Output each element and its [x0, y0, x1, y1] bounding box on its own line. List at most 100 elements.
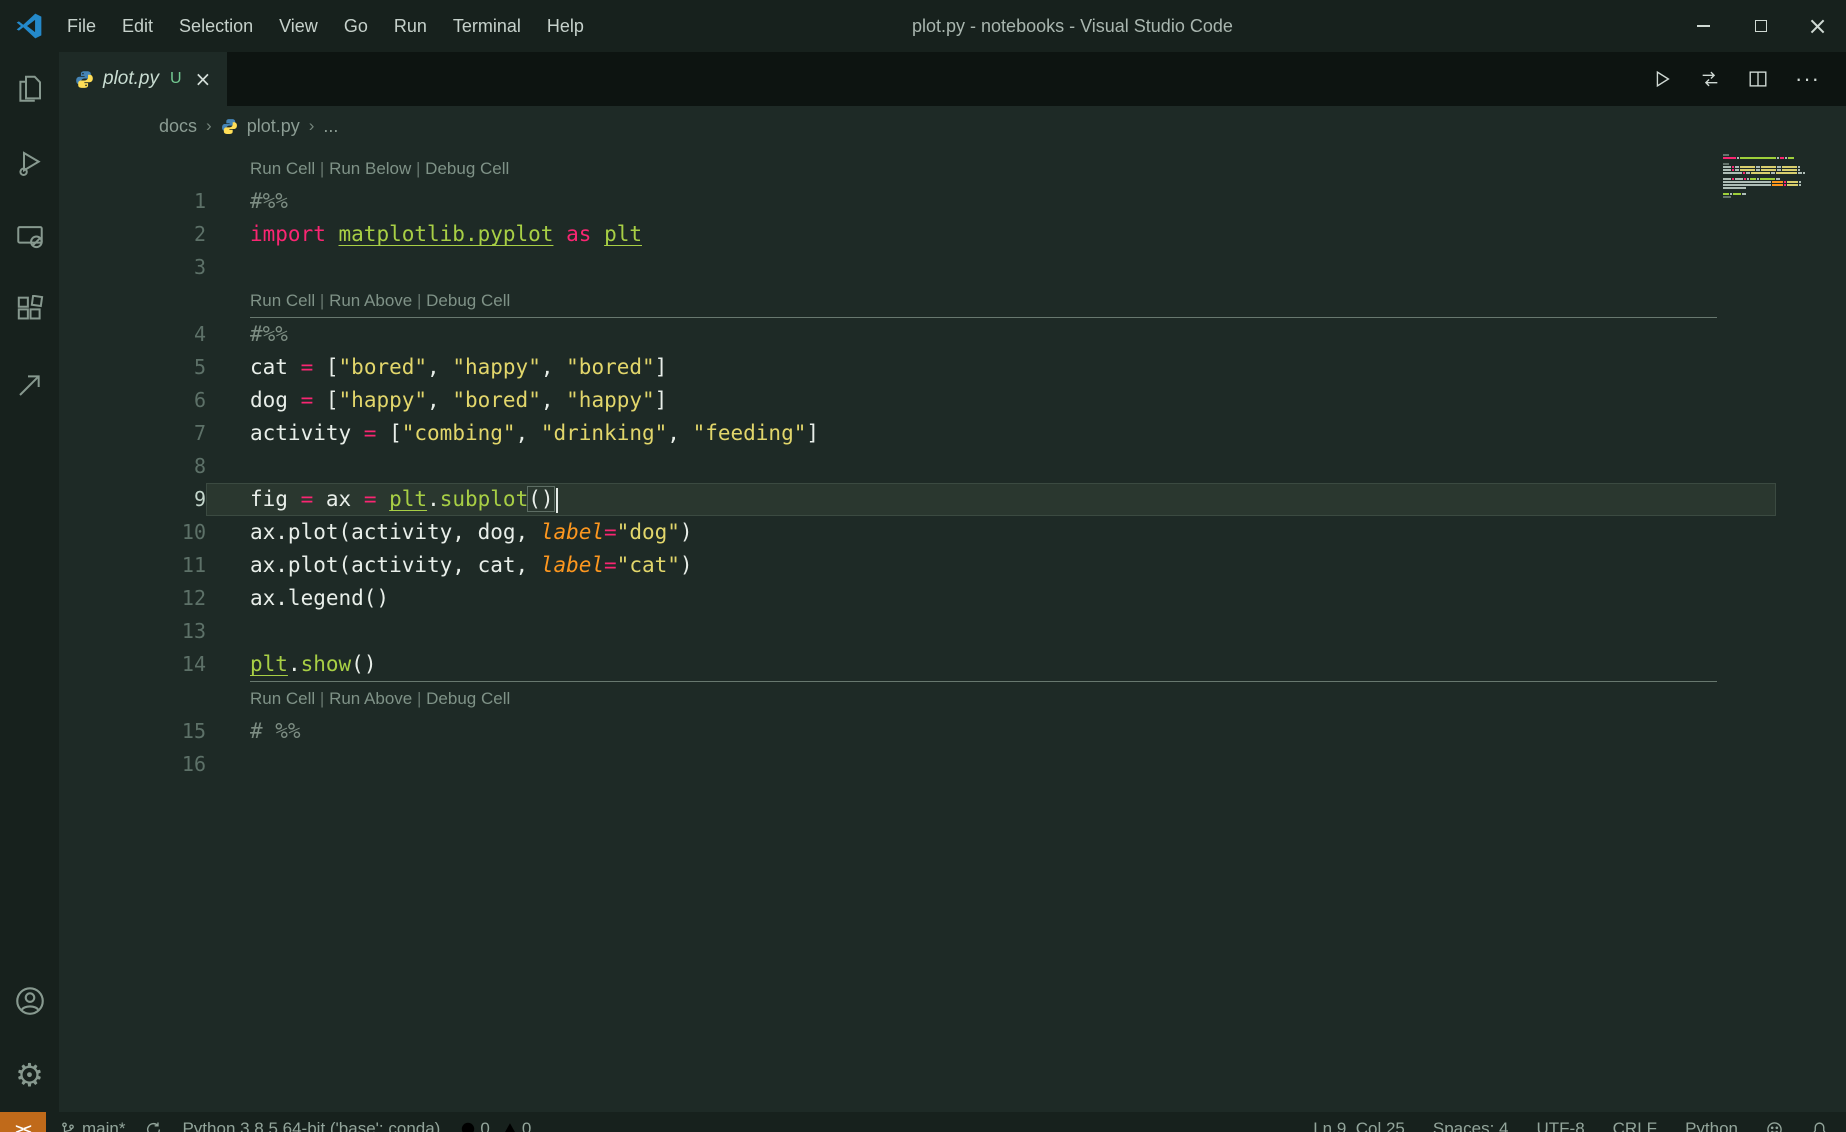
breadcrumb-symbol[interactable]: ... [323, 116, 338, 137]
split-editor-icon[interactable] [1747, 68, 1769, 90]
code-line[interactable]: 4#%% [59, 318, 1846, 351]
menu-selection[interactable]: Selection [166, 0, 266, 52]
open-changes-icon[interactable] [1699, 68, 1721, 90]
line-number[interactable]: 9 [59, 483, 206, 516]
codelens-link[interactable]: Run Cell [250, 159, 315, 178]
interpreter-label: Python 3.8.5 64-bit ('base': conda) [182, 1119, 440, 1132]
git-branch-item[interactable]: main* [60, 1119, 125, 1132]
minimap[interactable] [1723, 154, 1813, 201]
code-line[interactable]: 12ax.legend() [59, 582, 1846, 615]
line-number[interactable]: 16 [59, 748, 206, 781]
menu-help[interactable]: Help [534, 0, 597, 52]
menu-run[interactable]: Run [381, 0, 440, 52]
extensions-icon[interactable] [0, 274, 59, 348]
run-and-debug-icon[interactable] [0, 126, 59, 200]
menu-view[interactable]: View [266, 0, 331, 52]
code-token: dog [250, 388, 301, 412]
code-line[interactable]: 14plt.show() [59, 648, 1846, 681]
minimize-button[interactable] [1675, 0, 1732, 52]
accounts-icon[interactable] [0, 964, 59, 1038]
code-token: [ [313, 355, 338, 379]
line-number[interactable]: 7 [59, 417, 206, 450]
window-title: plot.py - notebooks - Visual Studio Code [912, 0, 1233, 52]
breadcrumb-folder[interactable]: docs [159, 116, 197, 137]
code-line-current[interactable]: 9fig = ax = plt.subplot() [59, 483, 1846, 516]
explorer-icon[interactable] [0, 52, 59, 126]
codelens-link[interactable]: Debug Cell [426, 291, 510, 310]
codelens-link[interactable]: Run Above [329, 689, 412, 708]
line-number[interactable]: 6 [59, 384, 206, 417]
line-number[interactable]: 3 [59, 251, 206, 284]
tab-plot-py[interactable]: plot.py U × [59, 52, 227, 106]
code-line[interactable]: 10ax.plot(activity, dog, label="dog") [59, 516, 1846, 549]
line-number[interactable]: 4 [59, 318, 206, 351]
line-number[interactable]: 5 [59, 351, 206, 384]
breadcrumb-file[interactable]: plot.py [247, 116, 300, 137]
line-number[interactable]: 11 [59, 549, 206, 582]
codelens-link[interactable]: Debug Cell [426, 689, 510, 708]
codelens-link[interactable]: Run Below [329, 159, 411, 178]
line-number[interactable]: 2 [59, 218, 206, 251]
eol-item[interactable]: CRLF [1613, 1119, 1657, 1132]
tab-close-icon[interactable]: × [195, 67, 212, 91]
status-bar-right: Ln 9, Col 25 Spaces: 4 UTF-8 CRLF Python [1313, 1119, 1846, 1132]
code-token: [ [376, 421, 401, 445]
code-line[interactable]: 13 [59, 615, 1846, 648]
code-line[interactable]: 7activity = ["combing", "drinking", "fee… [59, 417, 1846, 450]
vscode-logo-icon[interactable] [14, 11, 44, 41]
code-line[interactable]: 15# %% [59, 715, 1846, 748]
code-editor[interactable]: Run Cell | Run Below | Debug Cell 1#%%2im… [59, 146, 1846, 781]
run-python-file-button[interactable] [1651, 68, 1673, 90]
feedback-smiley-icon[interactable] [1766, 1121, 1783, 1132]
remote-indicator[interactable]: >< [0, 1112, 46, 1132]
line-number[interactable]: 8 [59, 450, 206, 483]
codelens-separator: | [315, 291, 329, 310]
more-actions-icon[interactable]: ··· [1795, 66, 1820, 92]
menubar: File Edit Selection View Go Run Terminal… [54, 0, 597, 52]
code-line[interactable]: 5cat = ["bored", "happy", "bored"] [59, 351, 1846, 384]
language-mode-item[interactable]: Python [1685, 1119, 1738, 1132]
sync-changes-button[interactable] [145, 1121, 162, 1132]
line-number[interactable]: 14 [59, 648, 206, 681]
menu-edit[interactable]: Edit [109, 0, 166, 52]
menu-terminal[interactable]: Terminal [440, 0, 534, 52]
codelens-link[interactable]: Run Cell [250, 689, 315, 708]
activity-bar: ⚙ [0, 52, 59, 1112]
code-line[interactable]: 8 [59, 450, 1846, 483]
indentation-item[interactable]: Spaces: 4 [1433, 1119, 1509, 1132]
code-area: Run Cell | Run Below | Debug Cell 1#%%2im… [59, 152, 1846, 781]
line-number[interactable]: 1 [59, 185, 206, 218]
menu-file[interactable]: File [54, 0, 109, 52]
tab-bar: plot.py U × ··· [59, 52, 1846, 106]
settings-gear-icon[interactable]: ⚙ [0, 1038, 59, 1112]
code-line[interactable]: 3 [59, 251, 1846, 284]
remote-explorer-icon[interactable] [0, 200, 59, 274]
code-line[interactable]: 6dog = ["happy", "bored", "happy"] [59, 384, 1846, 417]
line-number[interactable]: 13 [59, 615, 206, 648]
window-controls: × [1675, 0, 1846, 52]
codelens-link[interactable]: Debug Cell [425, 159, 509, 178]
code-line[interactable]: 11ax.plot(activity, cat, label="cat") [59, 549, 1846, 582]
gutter [59, 152, 206, 185]
python-interpreter-item[interactable]: Python 3.8.5 64-bit ('base': conda) [182, 1119, 440, 1132]
codelens-link[interactable]: Run Cell [250, 291, 315, 310]
close-button[interactable]: × [1789, 0, 1846, 52]
maximize-button[interactable] [1732, 0, 1789, 52]
codelens-link[interactable]: Run Above [329, 291, 412, 310]
problems-item[interactable]: 0 0 [460, 1119, 531, 1132]
code-token [376, 487, 389, 511]
error-icon [460, 1121, 476, 1132]
notifications-bell-icon[interactable] [1811, 1121, 1828, 1132]
code-line[interactable]: 1#%% [59, 185, 1846, 218]
editor-actions: ··· [1651, 52, 1846, 106]
line-number[interactable]: 12 [59, 582, 206, 615]
cursor-position-item[interactable]: Ln 9, Col 25 [1313, 1119, 1405, 1132]
code-line[interactable]: 2import matplotlib.pyplot as plt [59, 218, 1846, 251]
menu-go[interactable]: Go [331, 0, 381, 52]
line-number[interactable]: 15 [59, 715, 206, 748]
encoding-item[interactable]: UTF-8 [1536, 1119, 1584, 1132]
codelens-separator: | [315, 159, 329, 178]
line-number[interactable]: 10 [59, 516, 206, 549]
code-line[interactable]: 16 [59, 748, 1846, 781]
run-arrow-icon[interactable] [0, 348, 59, 422]
